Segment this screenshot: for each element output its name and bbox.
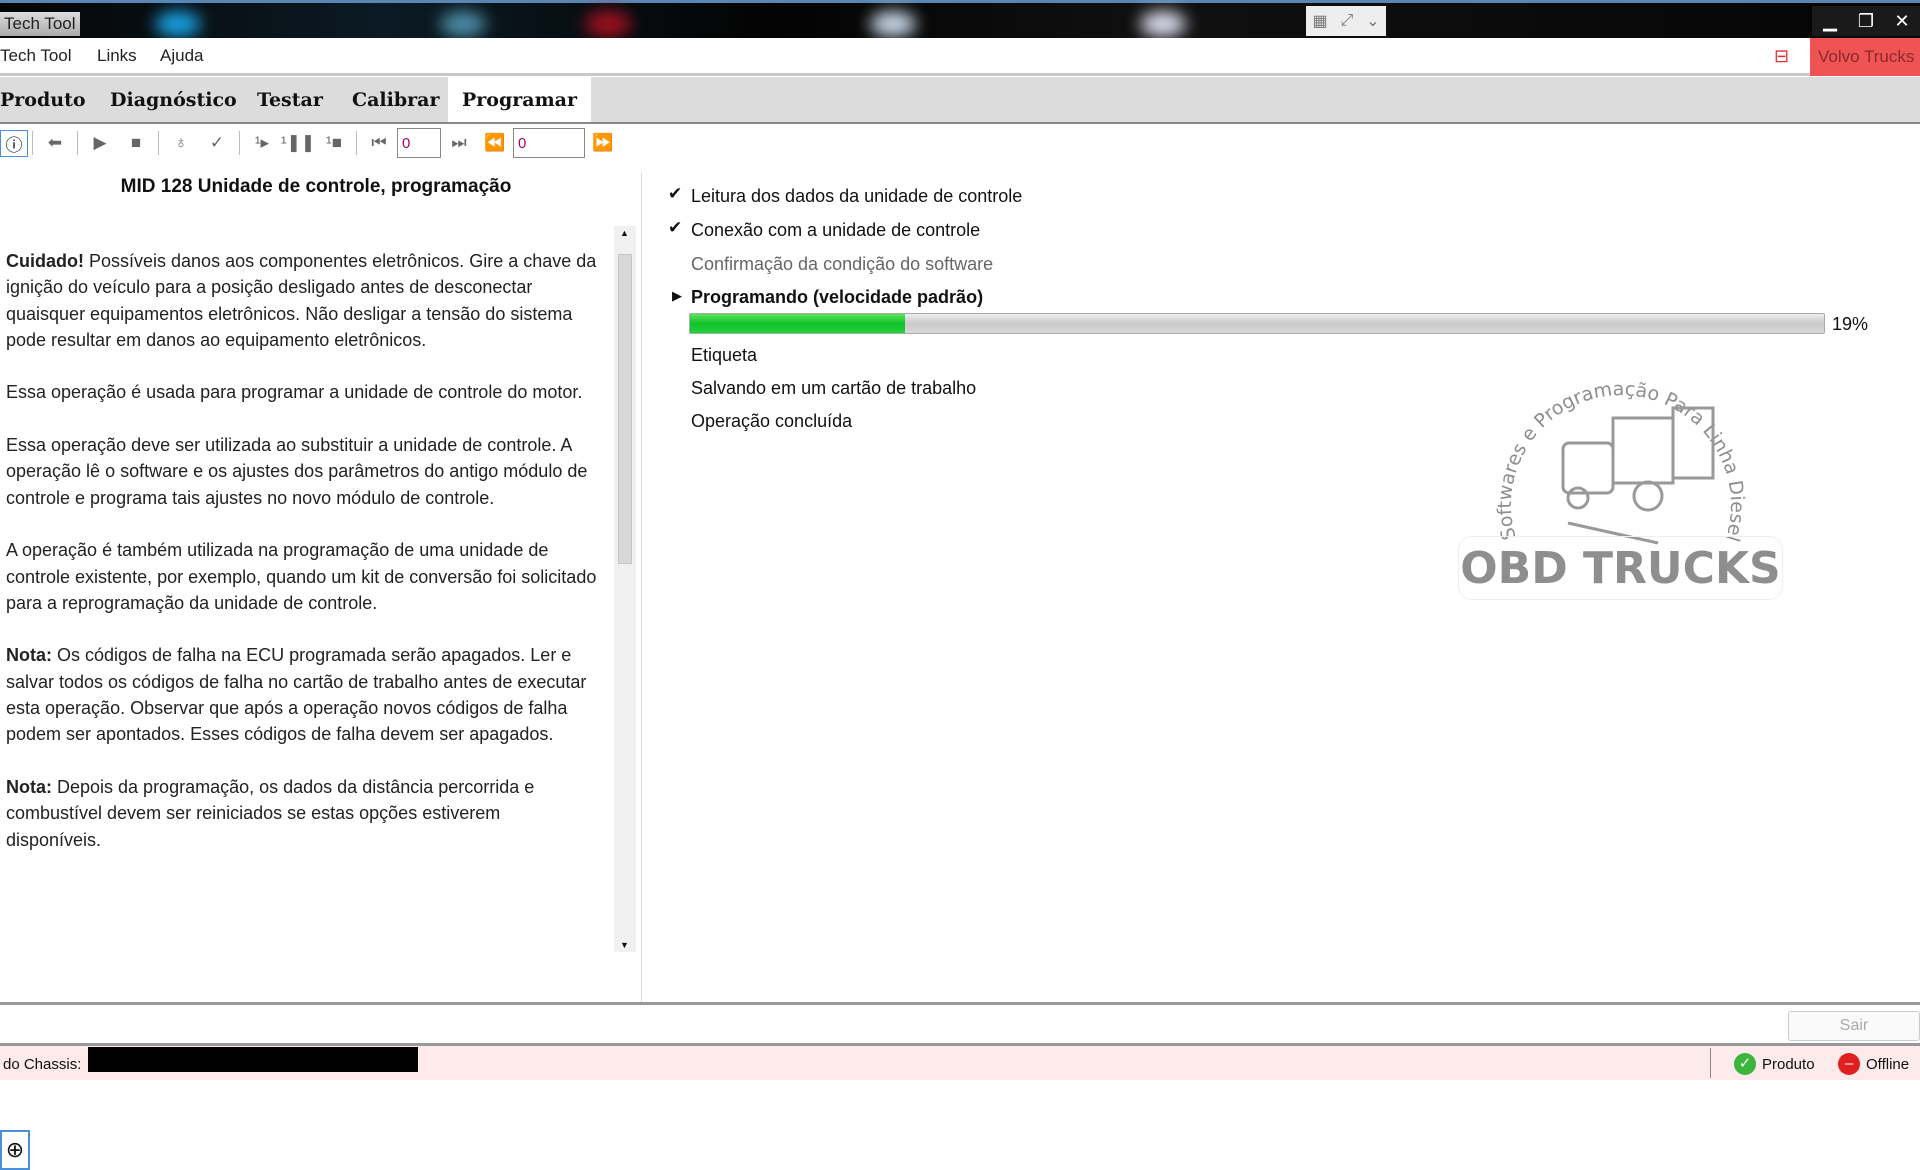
menu-bar: Tech Tool Links Ajuda ⊟: [0, 38, 1920, 76]
back-icon[interactable]: ⬅: [37, 133, 73, 153]
watermark-arc-text: Softwares e Programação Para Linha Diese…: [1458, 348, 1748, 544]
scroll-up-icon[interactable]: ▲: [620, 228, 629, 238]
instructions-pane: MID 128 Unidade de controle, programação…: [0, 172, 642, 1170]
step-item-active: Programando (velocidade padrão): [691, 287, 984, 307]
chassis-label: do Chassis:: [3, 1056, 82, 1073]
watermark-logo: Softwares e Programação Para Linha Diese…: [1458, 348, 1783, 604]
scroll-down-icon[interactable]: ▼: [620, 940, 629, 950]
stop-icon[interactable]: ■: [118, 133, 154, 153]
operation-title: MID 128 Unidade de controle, programação: [120, 176, 512, 197]
checkmark-icon: ✔: [668, 218, 683, 237]
step-counter-input[interactable]: [397, 128, 441, 158]
connection-status: Offline: [1866, 1056, 1910, 1073]
hint-icon[interactable]: ♁: [163, 133, 199, 153]
last-icon[interactable]: ⏭: [441, 133, 477, 153]
chevron-down-icon[interactable]: ⌄: [1366, 11, 1379, 31]
step-item: Operação concluída: [691, 411, 853, 431]
product-ok-icon: ✓: [1734, 1053, 1756, 1075]
grid-icon[interactable]: ▦: [1312, 11, 1327, 31]
scrollbar[interactable]: ▲ ▼: [614, 226, 636, 952]
check-icon[interactable]: ✓: [199, 133, 235, 153]
info-icon[interactable]: ⓘ: [0, 129, 28, 157]
step-item: Conexão com a unidade de controle: [691, 220, 981, 240]
remote-toolbar[interactable]: ▦ ⤢ ⌄: [1306, 6, 1386, 36]
menu-links[interactable]: Links: [97, 46, 137, 66]
zoom-in-button[interactable]: ⊕: [0, 1130, 30, 1170]
current-step-arrow-icon: ▶: [672, 288, 682, 303]
action-bar: Sair: [0, 1002, 1920, 1046]
truck-icon: [1561, 406, 1715, 545]
tab-produto[interactable]: Produto: [0, 77, 100, 122]
progress-bar: [689, 313, 1825, 334]
instructions-text: Cuidado! Possíveis danos aos componentes…: [6, 251, 597, 850]
exit-button[interactable]: Sair: [1788, 1011, 1920, 1041]
main-tabs: Produto Diagnóstico Testar Calibrar Prog…: [0, 77, 1920, 124]
step-item: Etiqueta: [691, 345, 758, 365]
restore-button[interactable]: ❐: [1848, 6, 1884, 36]
fast-forward-icon[interactable]: ⏩: [585, 133, 621, 153]
menu-ajuda[interactable]: Ajuda: [160, 46, 203, 66]
offline-icon: –: [1838, 1053, 1860, 1075]
close-button[interactable]: ✕: [1884, 6, 1920, 36]
toolbar: ⓘ ⬅ ▶ ■ ♁ ✓ ¹▸ ¹❚❚ ¹■ ⏮ ⏭ ⏪ ⏩: [0, 125, 1920, 161]
menu-tech-tool[interactable]: Tech Tool: [0, 46, 72, 66]
step-stop-icon[interactable]: ¹■: [316, 133, 352, 153]
tab-testar[interactable]: Testar: [243, 77, 337, 122]
progress-fill: [690, 314, 906, 333]
step-play-icon[interactable]: ¹▸: [244, 133, 280, 153]
brand-label: Volvo Trucks: [1810, 38, 1920, 76]
first-icon[interactable]: ⏮: [361, 133, 397, 153]
fullscreen-icon[interactable]: ⤢: [1340, 12, 1353, 30]
tab-diagnostico[interactable]: Diagnóstico: [96, 77, 251, 122]
rewind-icon[interactable]: ⏪: [477, 133, 513, 153]
product-status: Produto: [1762, 1056, 1815, 1073]
chassis-value-redacted: [88, 1047, 418, 1072]
svg-text:Softwares e Programação Para L: Softwares e Programação Para Linha Diese…: [1458, 348, 1748, 544]
progress-percent: 19%: [1832, 314, 1869, 334]
tab-calibrar[interactable]: Calibrar: [338, 77, 454, 122]
tab-programar[interactable]: Programar: [448, 77, 592, 122]
status-bar: do Chassis: ✓ Produto – Offline: [0, 1046, 1920, 1080]
checkmark-icon: ✔: [668, 184, 683, 203]
step-item: Confirmação da condição do software: [691, 254, 994, 274]
step-item: Salvando em um cartão de trabalho: [691, 378, 977, 398]
step-pause-icon[interactable]: ¹❚❚: [280, 133, 316, 153]
window-title: Tech Tool: [0, 12, 80, 36]
play-icon[interactable]: ▶: [82, 133, 118, 153]
step-item: Leitura dos dados da unidade de controle: [691, 186, 1023, 206]
minimize-button[interactable]: ▁: [1812, 6, 1848, 36]
watermark-name: OBD TRUCKS: [1458, 536, 1783, 600]
title-bar: Tech Tool ▦ ⤢ ⌄ ▁ ❐ ✕: [0, 0, 1920, 38]
scrollbar-thumb[interactable]: [618, 254, 632, 564]
position-input[interactable]: [513, 128, 585, 158]
message-icon[interactable]: ⊟: [1774, 46, 1789, 67]
